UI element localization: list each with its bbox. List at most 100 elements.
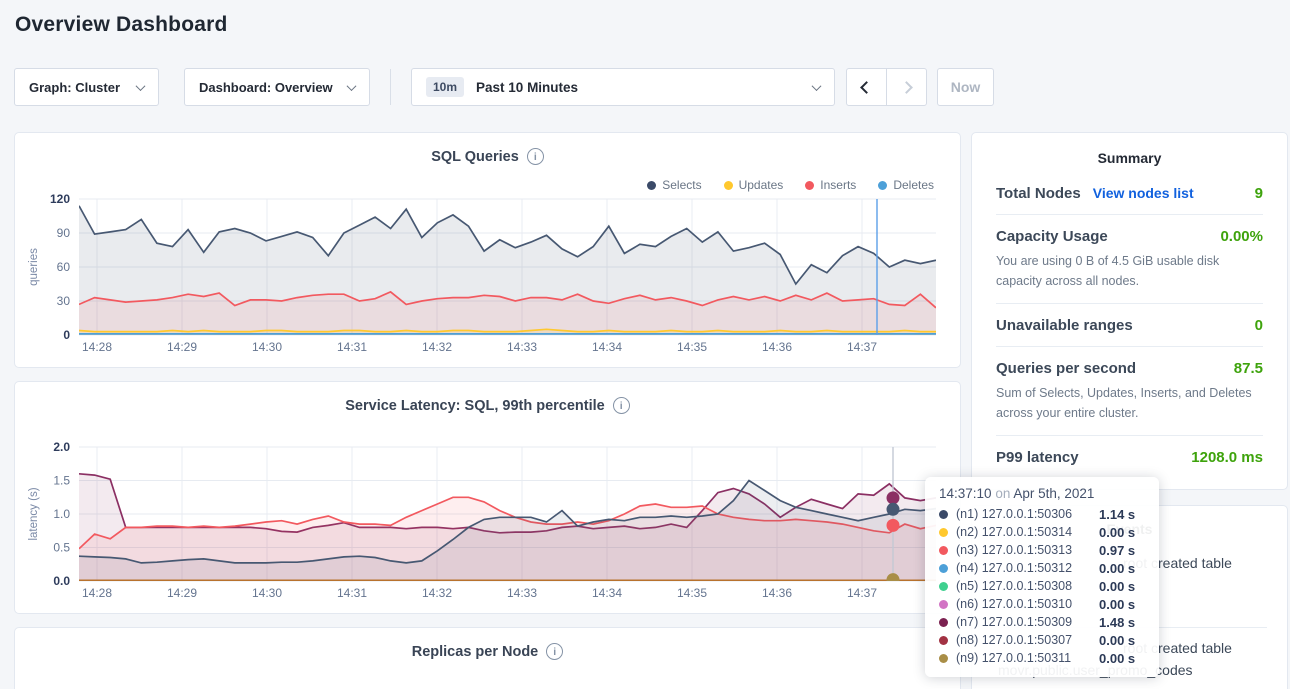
info-icon[interactable]: i bbox=[613, 397, 630, 414]
svg-text:1.0: 1.0 bbox=[53, 507, 70, 521]
svg-text:0.0: 0.0 bbox=[53, 574, 70, 588]
tooltip-node-row: (n4) 127.0.0.1:50312 0.00 s bbox=[939, 559, 1145, 577]
qps-value: 87.5 bbox=[1234, 360, 1263, 377]
node-latency-value: 0.97 s bbox=[1099, 543, 1145, 558]
chart-hover-tooltip: 14:37:10 on Apr 5th, 2021 (n1) 127.0.0.1… bbox=[925, 477, 1159, 677]
svg-text:14:35: 14:35 bbox=[677, 340, 707, 354]
svg-text:14:30: 14:30 bbox=[252, 340, 282, 354]
sql-queries-card: SQL Queries i Selects Updates Inserts Delet… bbox=[14, 132, 961, 368]
svg-text:14:33: 14:33 bbox=[507, 586, 537, 600]
summary-row-p99: P99 latency 1208.0 ms bbox=[996, 436, 1263, 478]
node-latency-value: 0.00 s bbox=[1099, 633, 1145, 648]
time-range-dropdown[interactable]: 10m Past 10 Minutes bbox=[411, 68, 835, 106]
tooltip-node-row: (n6) 127.0.0.1:503100.00 s bbox=[939, 595, 1145, 613]
time-window-arrows bbox=[846, 68, 927, 106]
svg-text:14:31: 14:31 bbox=[337, 340, 367, 354]
service-latency-chart[interactable]: 14:2814:2914:3014:3114:3214:3314:3414:35… bbox=[15, 441, 940, 611]
legend-label: Inserts bbox=[820, 178, 856, 192]
chevron-left-icon bbox=[860, 81, 873, 94]
time-back-button[interactable] bbox=[846, 68, 887, 106]
tooltip-node-row: (n2) 127.0.0.1:50314 0.00 s bbox=[939, 523, 1145, 541]
node-color-dot-icon bbox=[939, 654, 948, 663]
tooltip-rows: (n1) 127.0.0.1:503061.14 s(n2) 127.0.0.1… bbox=[939, 505, 1145, 667]
tooltip-sep: on bbox=[995, 486, 1010, 501]
node-color-dot-icon bbox=[939, 546, 948, 555]
sql-queries-chart[interactable]: 14:2814:2914:3014:3114:3214:3314:3414:35… bbox=[15, 193, 940, 363]
summary-row-qps: Queries per second 87.5 Sum of Selects, … bbox=[996, 347, 1263, 436]
svg-text:14:28: 14:28 bbox=[82, 586, 112, 600]
legend-label: Updates bbox=[739, 178, 784, 192]
tooltip-node-row: (n9) 127.0.0.1:503110.00 s bbox=[939, 649, 1145, 667]
p99-latency-value: 1208.0 ms bbox=[1191, 449, 1263, 466]
node-latency-value: 1.48 s bbox=[1099, 615, 1145, 630]
svg-text:latency (s): latency (s) bbox=[28, 487, 40, 540]
svg-text:14:30: 14:30 bbox=[252, 586, 282, 600]
node-latency-value: 1.14 s bbox=[1099, 507, 1145, 522]
tooltip-node-row: (n8) 127.0.0.1:503070.00 s bbox=[939, 631, 1145, 649]
svg-text:14:36: 14:36 bbox=[762, 340, 792, 354]
svg-text:14:35: 14:35 bbox=[677, 586, 707, 600]
node-color-dot-icon bbox=[939, 618, 948, 627]
legend-item-inserts[interactable]: Inserts bbox=[805, 178, 856, 192]
svg-text:30: 30 bbox=[57, 294, 71, 308]
svg-text:1.5: 1.5 bbox=[53, 474, 70, 488]
now-button[interactable]: Now bbox=[937, 68, 994, 106]
legend-dot-icon bbox=[878, 181, 887, 190]
chart-title-sql-queries: SQL Queries bbox=[431, 149, 519, 165]
dashboard-dropdown[interactable]: Dashboard: Overview bbox=[184, 68, 370, 106]
node-color-dot-icon bbox=[939, 600, 948, 609]
chart-title-replicas: Replicas per Node bbox=[412, 644, 539, 660]
tooltip-timestamp: 14:37:10 on Apr 5th, 2021 bbox=[939, 486, 1145, 501]
node-latency-value: 0.00 s bbox=[1099, 651, 1145, 666]
legend-label: Selects bbox=[662, 178, 701, 192]
page-title: Overview Dashboard bbox=[15, 13, 228, 37]
svg-text:14:32: 14:32 bbox=[422, 586, 452, 600]
p99-latency-label: P99 latency bbox=[996, 449, 1079, 466]
time-range-label: Past 10 Minutes bbox=[476, 80, 803, 95]
view-nodes-list-link[interactable]: View nodes list bbox=[1093, 185, 1194, 201]
node-address: (n7) 127.0.0.1:50309 bbox=[956, 615, 1072, 629]
qps-label: Queries per second bbox=[996, 360, 1136, 377]
summary-row-total-nodes: Total Nodes View nodes list 9 bbox=[996, 172, 1263, 215]
legend-item-deletes[interactable]: Deletes bbox=[878, 178, 934, 192]
unavailable-ranges-value: 0 bbox=[1255, 317, 1263, 334]
node-latency-value: 0.00 s bbox=[1099, 597, 1145, 612]
node-color-dot-icon bbox=[939, 510, 948, 519]
legend-dot-icon bbox=[805, 181, 814, 190]
svg-text:14:36: 14:36 bbox=[762, 586, 792, 600]
summary-row-unavailable: Unavailable ranges 0 bbox=[996, 304, 1263, 347]
dashboard-label: Dashboard: Overview bbox=[199, 80, 333, 95]
unavailable-ranges-label: Unavailable ranges bbox=[996, 317, 1133, 334]
info-icon[interactable]: i bbox=[527, 148, 544, 165]
tooltip-node-row: (n7) 127.0.0.1:50309 1.48 s bbox=[939, 613, 1145, 631]
tooltip-node-row: (n3) 127.0.0.1:503130.97 s bbox=[939, 541, 1145, 559]
node-address: (n4) 127.0.0.1:50312 bbox=[956, 561, 1072, 575]
capacity-desc: You are using 0 B of 4.5 GiB usable disk… bbox=[996, 251, 1263, 291]
svg-text:0.5: 0.5 bbox=[53, 541, 70, 555]
svg-text:14:34: 14:34 bbox=[592, 586, 622, 600]
svg-text:14:33: 14:33 bbox=[507, 340, 537, 354]
tooltip-date: Apr 5th, 2021 bbox=[1013, 486, 1094, 501]
graph-scope-dropdown[interactable]: Graph: Cluster bbox=[14, 68, 159, 106]
legend-item-updates[interactable]: Updates bbox=[724, 178, 784, 192]
svg-text:120: 120 bbox=[50, 193, 70, 206]
node-color-dot-icon bbox=[939, 636, 948, 645]
node-address: (n2) 127.0.0.1:50314 bbox=[956, 525, 1072, 539]
summary-panel: Summary Total Nodes View nodes list 9 Ca… bbox=[971, 132, 1288, 490]
chevron-down-icon bbox=[136, 81, 146, 91]
node-latency-value: 0.00 s bbox=[1099, 561, 1145, 576]
node-latency-value: 0.00 s bbox=[1099, 525, 1145, 540]
now-label: Now bbox=[951, 79, 981, 95]
svg-text:14:31: 14:31 bbox=[337, 586, 367, 600]
legend-item-selects[interactable]: Selects bbox=[647, 178, 701, 192]
qps-desc: Sum of Selects, Updates, Inserts, and De… bbox=[996, 383, 1263, 423]
total-nodes-label: Total Nodes bbox=[996, 185, 1081, 202]
chevron-right-icon bbox=[900, 81, 913, 94]
tooltip-time: 14:37:10 bbox=[939, 486, 992, 501]
info-icon[interactable]: i bbox=[546, 643, 563, 660]
time-range-badge: 10m bbox=[426, 77, 464, 97]
time-forward-button[interactable] bbox=[886, 68, 927, 106]
replicas-per-node-card: Replicas per Node i bbox=[14, 627, 961, 689]
summary-row-capacity: Capacity Usage 0.00% You are using 0 B o… bbox=[996, 215, 1263, 304]
capacity-value: 0.00% bbox=[1220, 228, 1263, 245]
